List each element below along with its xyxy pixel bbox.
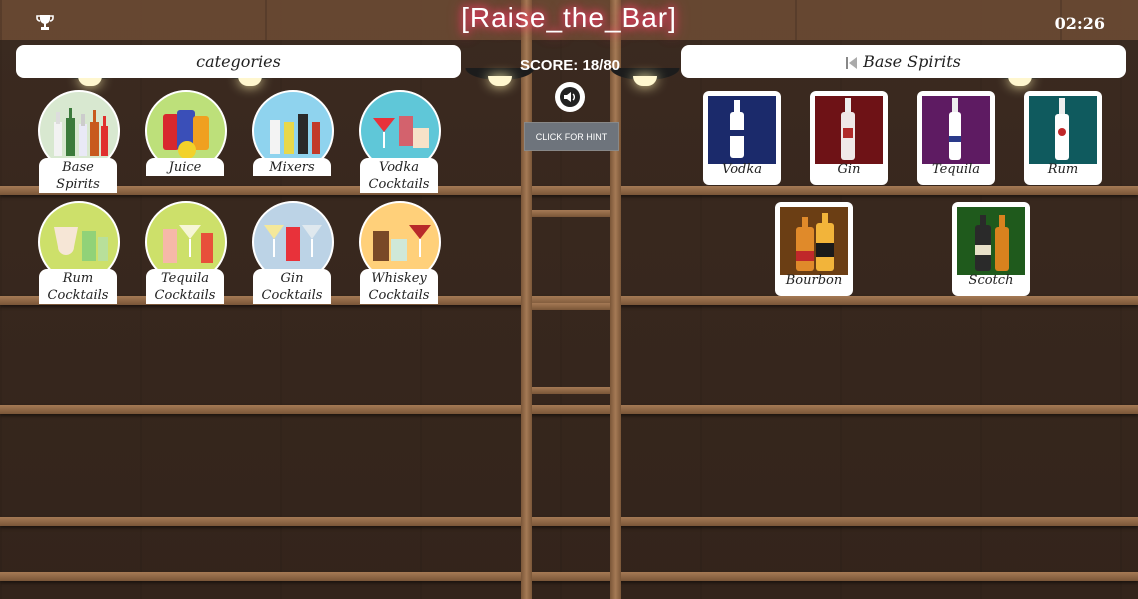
score-display: SCORE: 18/80 [470, 57, 670, 74]
hint-button[interactable]: CLICK FOR HINT [524, 122, 619, 151]
category-label: Rum Cocktails [39, 269, 117, 304]
game-title: [Raise_the_Bar] [461, 2, 677, 33]
subcategory-title: Base Spirits [863, 52, 961, 71]
vodka-bottle-image [708, 96, 776, 164]
countdown-timer: 02:26 [1054, 14, 1105, 33]
categories-title: categories [196, 52, 281, 71]
spirit-card-rum[interactable]: Rum [1024, 91, 1102, 185]
score-label: SCORE: [519, 57, 579, 74]
spirit-card-scotch[interactable]: Scotch [952, 202, 1030, 296]
tequila-bottle-image [922, 96, 990, 164]
rum-bottle-image [1029, 96, 1097, 164]
spirit-card-tequila[interactable]: Tequila [917, 91, 995, 185]
scotch-bottle-image [957, 207, 1025, 275]
gin-bottle-image [815, 96, 883, 164]
spirit-label: Gin [837, 162, 861, 177]
spirit-label: Scotch [968, 273, 1014, 288]
spirit-card-gin[interactable]: Gin [810, 91, 888, 185]
spirit-card-vodka[interactable]: Vodka [703, 91, 781, 185]
spirit-label: Bourbon [785, 273, 843, 288]
spirit-label: Vodka [722, 162, 762, 177]
sound-toggle-button[interactable] [555, 82, 585, 112]
category-label: Base Spirits [39, 158, 117, 193]
score-value: 18/80 [582, 57, 621, 74]
bourbon-bottle-image [780, 207, 848, 275]
spirit-label: Rum [1047, 162, 1079, 177]
base-spirits-header: Base Spirits [681, 45, 1126, 78]
category-label: Whiskey Cocktails [360, 269, 438, 304]
category-label: Gin Cocktails [253, 269, 331, 304]
category-label: Mixers [253, 158, 331, 176]
spirit-label: Tequila [931, 162, 981, 177]
category-label: Vodka Cocktails [360, 158, 438, 193]
category-label: Tequila Cocktails [146, 269, 224, 304]
skip-back-icon[interactable] [846, 56, 858, 69]
spirit-card-bourbon[interactable]: Bourbon [775, 202, 853, 296]
speaker-icon [560, 87, 580, 107]
categories-header: categories [16, 45, 461, 78]
category-label: Juice [146, 158, 224, 176]
